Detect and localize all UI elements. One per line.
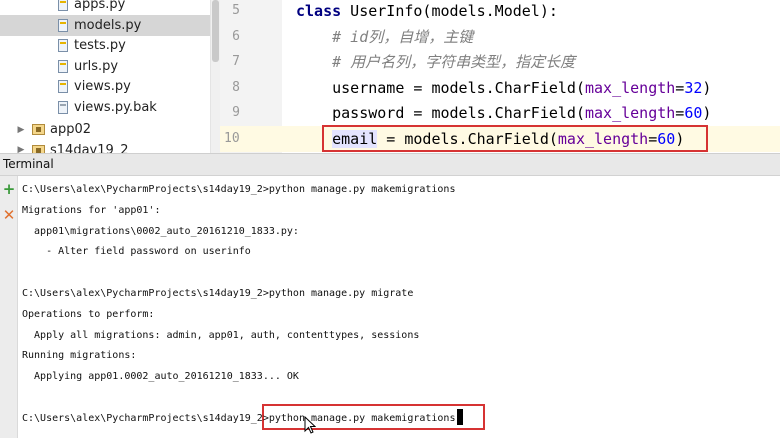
python-file-icon xyxy=(58,0,68,11)
tree-file-label: views.py xyxy=(74,79,131,94)
code-token: = xyxy=(675,104,685,122)
tree-file-item[interactable]: models.py xyxy=(0,14,210,36)
code-token: = xyxy=(675,78,685,97)
code-token: UserInfo(models.Model): xyxy=(341,2,558,20)
code-line[interactable]: # id列，自增，主键 xyxy=(282,24,780,50)
python-file-icon xyxy=(58,80,68,93)
code-line[interactable]: username = models.CharField(max_length=3… xyxy=(282,75,780,101)
tree-folder-item[interactable]: ▶ s14day19_2 xyxy=(0,140,210,154)
python-file-icon xyxy=(58,39,68,52)
tree-folder-label: app02 xyxy=(50,122,92,137)
code-token: # 用户名列，字符串类型，指定长度 xyxy=(296,53,576,71)
code-line[interactable]: # 用户名列，字符串类型，指定长度 xyxy=(282,49,780,75)
tree-file-label: views.py.bak xyxy=(74,99,157,115)
code-token: 60 xyxy=(684,104,703,122)
terminal-title: Terminal xyxy=(3,157,54,171)
tree-file-label: urls.py xyxy=(74,58,119,74)
python-file-icon xyxy=(58,18,68,32)
package-folder-icon xyxy=(32,144,45,153)
code-token: ) xyxy=(702,78,712,97)
expand-arrow-icon[interactable]: ▶ xyxy=(16,145,26,153)
tree-file-item[interactable]: apps.py xyxy=(0,0,210,15)
tree-file-label: apps.py xyxy=(74,0,126,12)
tree-file-item[interactable]: views.py xyxy=(0,76,210,97)
terminal-line: C:\Users\alex\PycharmProjects\s14day19_2… xyxy=(22,288,414,299)
terminal-toolbar: + ✕ xyxy=(0,176,18,438)
terminal-output[interactable]: C:\Users\alex\PycharmProjects\s14day19_2… xyxy=(18,176,780,438)
code-line[interactable]: class UserInfo(models.Model): xyxy=(282,0,780,24)
tree-file-label: tests.py xyxy=(74,38,126,53)
tree-file-item[interactable]: urls.py xyxy=(0,56,210,77)
text-file-icon xyxy=(58,100,68,114)
tree-file-item[interactable]: tests.py xyxy=(0,35,210,56)
text-cursor xyxy=(457,408,464,425)
terminal-line: Operations to perform: xyxy=(22,308,155,320)
cursor-holder xyxy=(455,408,464,429)
terminal-line: - Alter field password on userinfo xyxy=(22,246,251,258)
line-number: 8 xyxy=(232,79,240,95)
tree-folder-label: s14day19_2 xyxy=(50,142,129,154)
code-line[interactable]: password = models.CharField(max_length=6… xyxy=(282,100,780,126)
package-folder-icon xyxy=(32,124,45,135)
code-token: username = models.CharField( xyxy=(296,78,585,97)
code-token: class xyxy=(296,2,342,20)
line-number: 6 xyxy=(232,28,240,44)
expand-arrow-icon[interactable]: ▶ xyxy=(16,125,26,135)
terminal-line: Running migrations: xyxy=(22,350,137,362)
close-session-icon[interactable]: ✕ xyxy=(2,208,16,223)
terminal-header: Terminal xyxy=(0,153,780,176)
code-token: ) xyxy=(702,104,712,122)
editor-gutter: 5 6 7 8 9 10 xyxy=(220,0,294,153)
line-number: 9 xyxy=(232,105,240,120)
project-tree: apps.py models.py tests.py urls.py views.py v… xyxy=(0,0,210,153)
scrollbar-thumb[interactable] xyxy=(212,0,219,62)
terminal-line: Applying app01.0002_auto_20161210_1833..… xyxy=(22,371,299,383)
terminal-line: C:\Users\alex\PycharmProjects\s14day19_2… xyxy=(22,412,456,424)
email-line-highlight-box xyxy=(322,125,708,152)
line-number: 7 xyxy=(232,54,240,69)
mouse-cursor-icon xyxy=(304,416,316,434)
line-number: 5 xyxy=(232,3,240,18)
code-token: # id列，自增，主键 xyxy=(296,27,474,46)
python-file-icon xyxy=(58,59,68,73)
line-number: 10 xyxy=(220,125,282,152)
code-token: password = models.CharField( xyxy=(296,104,585,122)
terminal-line: app01\migrations\0002_auto_20161210_1833… xyxy=(22,225,299,237)
tree-file-label: models.py xyxy=(74,17,142,33)
terminal-line: Apply all migrations: admin, app01, auth… xyxy=(22,329,420,341)
project-tree-scrollbar[interactable] xyxy=(210,0,220,153)
new-session-icon[interactable]: + xyxy=(2,182,16,197)
code-token: max_length xyxy=(584,104,676,122)
tree-folder-item[interactable]: ▶ app02 xyxy=(0,119,210,140)
terminal-line: Migrations for 'app01': xyxy=(22,204,161,216)
tree-file-item[interactable]: views.py.bak xyxy=(0,97,210,118)
terminal-line: C:\Users\alex\PycharmProjects\s14day19_2… xyxy=(22,184,456,195)
code-token: 32 xyxy=(684,78,703,97)
code-token: max_length xyxy=(584,78,676,97)
